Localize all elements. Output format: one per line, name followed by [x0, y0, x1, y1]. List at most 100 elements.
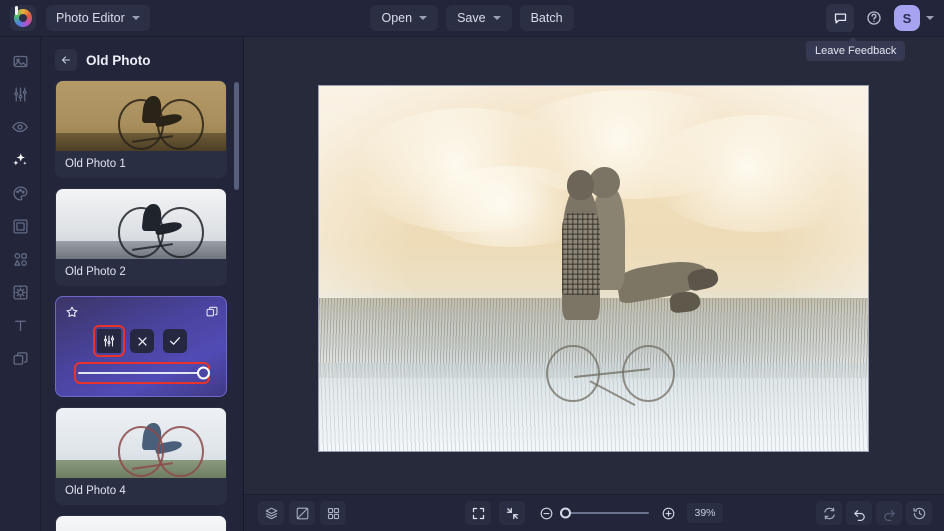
- favorite-button[interactable]: [65, 305, 79, 319]
- layers-overlay-icon: [12, 351, 28, 365]
- panel-scrollbar[interactable]: [234, 82, 239, 190]
- actual-size-button[interactable]: [499, 501, 525, 525]
- image-icon: [12, 55, 28, 67]
- canvas-image[interactable]: [318, 85, 869, 452]
- rider-head: [566, 169, 595, 201]
- preset-intensity-slider[interactable]: [74, 362, 210, 384]
- thumb-artwork: [56, 516, 226, 531]
- texture-icon: [12, 284, 28, 300]
- shapes-icon: [13, 252, 27, 266]
- bottom-toolbar: 39%: [244, 494, 944, 531]
- panel-header: Old Photo: [41, 37, 243, 80]
- rider-plaid-shirt: [561, 213, 600, 295]
- preset-apply-button[interactable]: [163, 329, 187, 353]
- list-item-selected[interactable]: Old Photo 3: [55, 296, 227, 397]
- tooltip-text: Leave Feedback: [815, 45, 897, 57]
- zoom-in-icon: [662, 507, 674, 519]
- reset-rotate-icon: [823, 507, 835, 519]
- reset-button[interactable]: [816, 501, 842, 525]
- undo-button[interactable]: [846, 501, 872, 525]
- zoom-in-button[interactable]: [655, 501, 681, 525]
- grid-view-icon: [327, 507, 339, 519]
- selected-preset-controls: [56, 297, 226, 396]
- rail-item-frame[interactable]: [5, 214, 35, 238]
- layers-button[interactable]: [258, 501, 284, 525]
- palette-icon: [12, 185, 28, 201]
- file-actions-group: Open Save Batch: [0, 5, 944, 31]
- view-modes-group: [244, 501, 346, 525]
- list-item[interactable]: Old Photo 1: [55, 80, 227, 178]
- feedback-tooltip: Leave Feedback: [806, 37, 906, 61]
- rail-item-image[interactable]: [5, 49, 35, 73]
- thumb-artwork: [56, 81, 226, 151]
- sparkles-effects-icon: [13, 153, 27, 166]
- rail-item-effects[interactable]: [5, 148, 35, 172]
- list-item[interactable]: Old Photo 5: [55, 515, 227, 531]
- rail-item-retouch[interactable]: [5, 115, 35, 139]
- compare-button[interactable]: [289, 501, 315, 525]
- open-label: Open: [381, 11, 413, 25]
- canvas-area[interactable]: [244, 37, 944, 494]
- preset-thumbnail: [56, 81, 226, 151]
- text-icon: [14, 320, 26, 331]
- thumb-artwork: [56, 189, 226, 259]
- history-clock-icon: [913, 507, 925, 519]
- frame-icon: [12, 218, 28, 234]
- adjust-sliders-icon: [13, 86, 27, 102]
- preset-thumbnail: [56, 408, 226, 478]
- preset-action-buttons: [56, 325, 226, 357]
- cyclist-subject: [511, 152, 764, 408]
- zoom-slider-row: 39%: [533, 501, 723, 525]
- fit-to-screen-icon: [472, 507, 484, 519]
- preset-settings-button[interactable]: [93, 325, 125, 357]
- redo-button[interactable]: [876, 501, 902, 525]
- chevron-down-icon: [492, 16, 501, 20]
- fit-to-screen-button[interactable]: [465, 501, 491, 525]
- preset-thumbnail: [56, 189, 226, 259]
- close-x-icon: [137, 336, 147, 346]
- preset-cancel-button[interactable]: [130, 329, 154, 353]
- checkmark-icon: [169, 337, 181, 345]
- star-icon: [66, 306, 78, 318]
- bicycle-wheel: [622, 345, 676, 403]
- preset-label: Old Photo 4: [65, 485, 126, 497]
- zoom-out-button[interactable]: [533, 501, 559, 525]
- batch-button[interactable]: Batch: [519, 5, 574, 31]
- history-actions-group: [816, 501, 944, 525]
- open-button[interactable]: Open: [370, 5, 439, 31]
- zoom-slider-track[interactable]: [560, 507, 649, 519]
- page-title: Old Photo: [86, 52, 151, 68]
- history-button[interactable]: [906, 501, 932, 525]
- slider-knob[interactable]: [197, 366, 210, 380]
- copy-layers-icon: [206, 306, 218, 317]
- preset-list[interactable]: Old Photo 1 Old Photo 2 Old Photo 4: [41, 80, 244, 531]
- tools-rail: [0, 37, 41, 531]
- rail-item-color[interactable]: [5, 181, 35, 205]
- redo-icon: [883, 509, 895, 521]
- zoom-out-icon: [540, 507, 552, 519]
- rider-shoe: [669, 290, 702, 315]
- undo-icon: [853, 509, 865, 521]
- rail-item-shapes[interactable]: [5, 247, 35, 271]
- adjust-sliders-icon: [103, 335, 115, 347]
- compare-split-icon: [296, 507, 308, 519]
- grid-button[interactable]: [320, 501, 346, 525]
- list-item[interactable]: Old Photo 2: [55, 188, 227, 286]
- photo-editor-window: Photo Editor Open Save Batch S Leave Fee…: [0, 0, 944, 531]
- zoom-level-value[interactable]: 39%: [687, 503, 723, 523]
- rail-item-layers[interactable]: [5, 346, 35, 370]
- rail-item-texture[interactable]: [5, 280, 35, 304]
- rail-item-text[interactable]: [5, 313, 35, 337]
- save-label: Save: [457, 11, 486, 25]
- duplicate-button[interactable]: [205, 305, 219, 319]
- list-item[interactable]: Old Photo 4: [55, 407, 227, 505]
- effects-panel: Old Photo Old Photo 1 Old Photo 2 Old Ph…: [41, 37, 244, 531]
- thumb-artwork: [56, 408, 226, 478]
- rail-item-adjust[interactable]: [5, 82, 35, 106]
- slider-track[interactable]: [78, 366, 210, 380]
- back-button[interactable]: [55, 49, 77, 71]
- preset-thumbnail: [56, 516, 226, 531]
- top-toolbar: Photo Editor Open Save Batch S: [0, 0, 944, 37]
- zoom-slider-knob[interactable]: [560, 507, 571, 519]
- save-button[interactable]: Save: [446, 5, 512, 31]
